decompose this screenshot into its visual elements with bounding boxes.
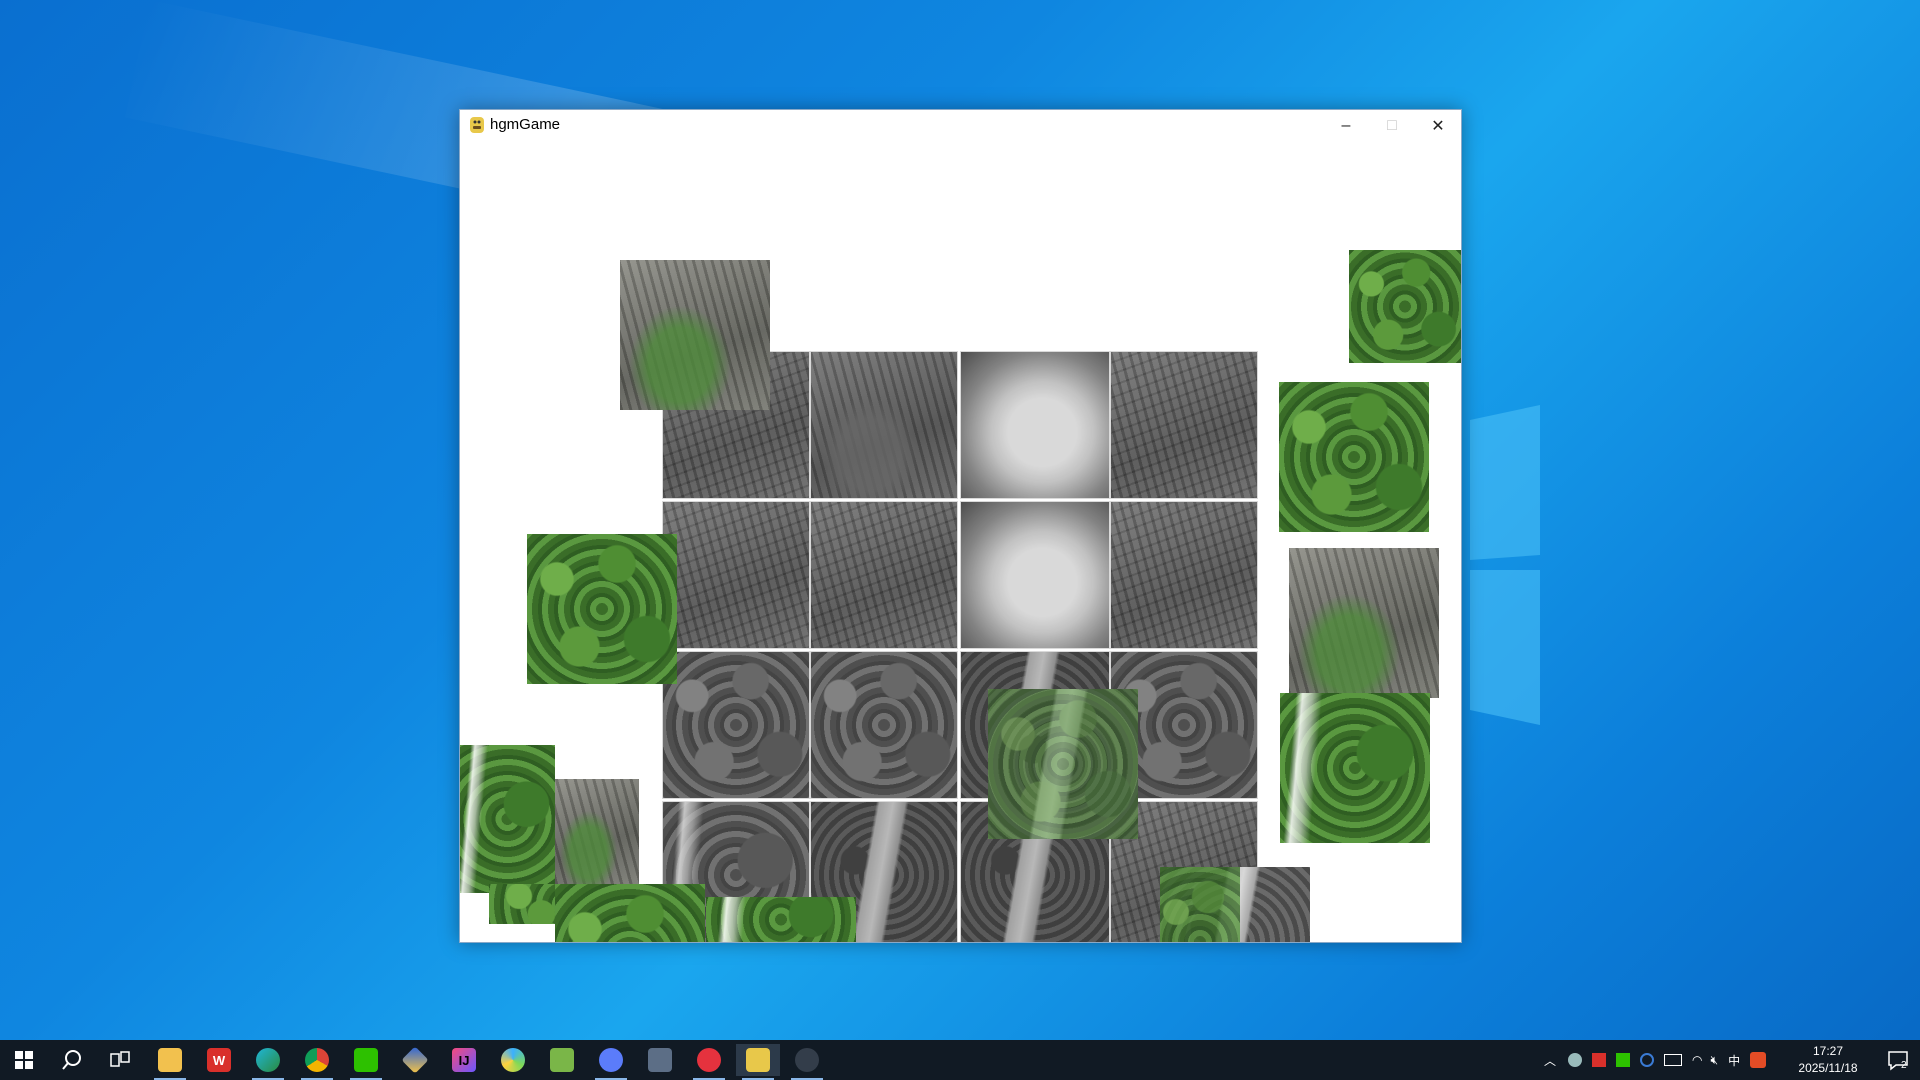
notification-center-button[interactable]: 2 xyxy=(1884,1046,1912,1074)
python-icon xyxy=(470,117,484,133)
clock-time: 17:27 xyxy=(1812,1044,1844,1058)
grid-tile[interactable] xyxy=(1110,351,1258,499)
loose-piece[interactable] xyxy=(1349,250,1461,363)
ime-indicator[interactable]: 中 xyxy=(1728,1052,1740,1069)
clock[interactable]: 17:27 2025/11/18 xyxy=(1788,1043,1868,1077)
taskbar-browser-app[interactable] xyxy=(589,1044,633,1080)
netease-music-icon xyxy=(697,1048,721,1072)
clock-date: 2025/11/18 xyxy=(1798,1061,1858,1075)
loose-piece[interactable] xyxy=(1280,693,1430,843)
tray-expand-icon[interactable]: ︿ xyxy=(1544,1052,1556,1069)
grid-tile[interactable] xyxy=(1110,501,1258,649)
loose-piece[interactable] xyxy=(620,260,770,410)
tray-wechat-icon[interactable] xyxy=(1616,1053,1631,1067)
wifi-icon[interactable]: ◠ xyxy=(1692,1053,1702,1067)
taskbar-python-game[interactable] xyxy=(736,1044,780,1080)
taskbar-calculator[interactable] xyxy=(638,1044,682,1076)
grid-tile[interactable] xyxy=(960,351,1110,499)
maximize-icon: □ xyxy=(1387,116,1397,134)
browser-app-icon xyxy=(599,1048,623,1072)
loose-piece[interactable] xyxy=(1279,382,1429,532)
colorful-app-icon xyxy=(501,1048,525,1072)
grid-tile[interactable] xyxy=(810,351,958,499)
taskbar-file-explorer[interactable] xyxy=(148,1044,192,1080)
close-icon: ✕ xyxy=(1431,117,1445,135)
start-button[interactable] xyxy=(2,1044,46,1076)
grid-tile[interactable] xyxy=(810,501,958,649)
edge-icon xyxy=(256,1048,280,1072)
wps-icon: W xyxy=(207,1048,231,1072)
grid-tile[interactable] xyxy=(662,501,810,649)
grid-tile[interactable] xyxy=(810,651,958,799)
file-explorer-icon xyxy=(158,1048,182,1072)
taskbar-colorful-app[interactable] xyxy=(491,1044,535,1076)
taskbar-notepad[interactable] xyxy=(540,1044,584,1076)
calculator-icon xyxy=(648,1048,672,1072)
taskbar-jetbrains[interactable]: IJ xyxy=(442,1044,486,1076)
bird-app-icon xyxy=(795,1048,819,1072)
notepad-icon xyxy=(550,1048,574,1072)
loose-piece[interactable] xyxy=(706,897,856,942)
taskbar-wechat[interactable] xyxy=(344,1044,388,1080)
puzzle-canvas[interactable] xyxy=(460,141,1461,942)
loose-piece[interactable] xyxy=(527,534,677,684)
chrome-icon xyxy=(305,1048,329,1072)
tray-app-icon[interactable] xyxy=(1568,1053,1583,1067)
taskbar-edge[interactable] xyxy=(246,1044,290,1080)
notification-count: 2 xyxy=(1901,1060,1907,1071)
tray-wps-icon[interactable] xyxy=(1592,1053,1607,1067)
minimize-icon: – xyxy=(1341,116,1351,134)
loose-piece-overlay xyxy=(1160,867,1240,942)
jetbrains-icon: IJ xyxy=(452,1048,476,1072)
game-window: hgmGame – □ ✕ xyxy=(459,109,1462,943)
taskbar: W IJ ︿ ◠ 🔇︎ 中 17:27 2025/11/18 2 xyxy=(0,1040,1920,1080)
volume-muted-icon[interactable]: 🔇︎ xyxy=(1711,1053,1719,1068)
system-tray: ︿ ◠ 🔇︎ 中 xyxy=(1544,1040,1767,1080)
search-icon xyxy=(62,1050,81,1070)
task-view-button[interactable] xyxy=(98,1044,142,1076)
loose-piece[interactable] xyxy=(1289,548,1439,698)
taskbar-bird-app[interactable] xyxy=(785,1044,829,1080)
taskbar-chrome[interactable] xyxy=(295,1044,339,1080)
python-game-icon xyxy=(746,1048,770,1072)
grid-tile[interactable] xyxy=(960,501,1110,649)
maximize-button[interactable]: □ xyxy=(1369,110,1415,141)
title-bar[interactable]: hgmGame – □ ✕ xyxy=(460,110,1461,141)
taskbar-netease-music[interactable] xyxy=(687,1044,731,1080)
task-view-icon xyxy=(110,1051,130,1067)
taskbar-wps[interactable]: W xyxy=(197,1044,241,1076)
loose-piece[interactable] xyxy=(555,779,639,884)
search-button[interactable] xyxy=(50,1044,94,1076)
loose-piece[interactable] xyxy=(555,884,705,942)
taskbar-git[interactable] xyxy=(393,1044,437,1076)
window-title: hgmGame xyxy=(490,116,561,133)
loose-piece[interactable] xyxy=(460,745,555,893)
minimize-button[interactable]: – xyxy=(1323,110,1369,141)
grid-tile[interactable] xyxy=(662,651,810,799)
sogou-ime-icon[interactable] xyxy=(1750,1052,1767,1068)
wechat-icon xyxy=(354,1048,378,1072)
battery-icon[interactable] xyxy=(1664,1054,1683,1066)
close-button[interactable]: ✕ xyxy=(1415,110,1461,141)
tray-browser-icon[interactable] xyxy=(1640,1053,1655,1067)
git-icon xyxy=(401,1046,429,1074)
loose-piece-overlay xyxy=(988,689,1138,839)
windows-start-icon xyxy=(15,1051,33,1069)
